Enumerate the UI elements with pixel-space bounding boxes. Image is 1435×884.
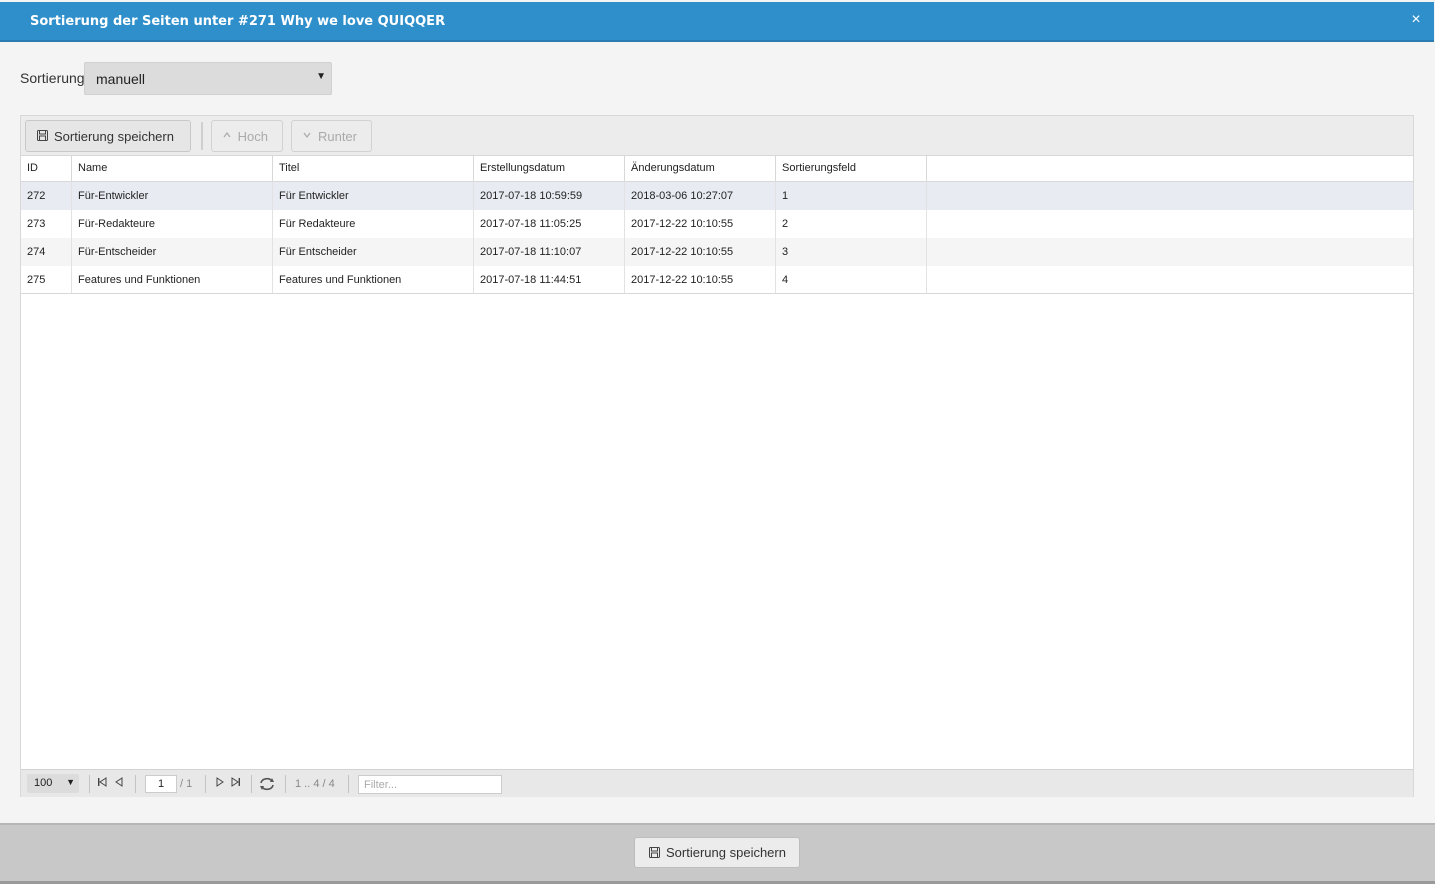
pager-divider [285,775,286,793]
prev-page-icon[interactable] [114,776,124,791]
cell-modified: 2017-12-22 10:10:55 [625,238,776,266]
column-header-sortfield[interactable]: Sortierungsfeld [776,156,927,181]
column-header-name[interactable]: Name [72,156,273,181]
page-total: / 1 [180,778,193,790]
rows-divider [21,293,1413,294]
cell-sortfield: 2 [776,210,927,238]
cell-created: 2017-07-18 11:10:07 [474,238,625,266]
last-page-icon[interactable] [229,776,241,791]
cell-name: Für-Entscheider [72,238,273,266]
save-icon [36,130,48,142]
down-label: Runter [317,128,357,144]
grid-pager: 100 ▼ 1 / 1 1 .. 4 / 4 Filter... [21,769,1413,797]
pages-grid: Sortierung speichern Hoch Runter ID Name… [20,115,1414,797]
column-header-title[interactable]: Titel [273,156,474,181]
cell-title: Features und Funktionen [273,266,474,294]
cell-title: Für Entscheider [273,238,474,266]
cell-name: Features und Funktionen [72,266,273,294]
chevron-down-icon [302,130,312,142]
cell-modified: 2017-12-22 10:10:55 [625,266,776,294]
up-label: Hoch [237,128,268,144]
cell-modified: 2018-03-06 10:27:07 [625,182,776,210]
grid-toolbar: Sortierung speichern Hoch Runter [21,116,1413,156]
sort-select-value: manuell [96,71,146,87]
footer-save-button[interactable]: Sortierung speichern [634,837,800,868]
per-page-select[interactable]: 100 ▼ [27,774,79,793]
chevron-down-icon: ▼ [66,777,75,787]
first-page-icon[interactable] [97,776,109,791]
dialog-footer: Sortierung speichern [0,823,1435,881]
cell-created: 2017-07-18 11:05:25 [474,210,625,238]
record-range: 1 .. 4 / 4 [295,778,335,790]
dialog-titlebar: Sortierung der Seiten unter #271 Why we … [0,2,1434,42]
cell-sortfield: 3 [776,238,927,266]
cell-title: Für Entwickler [273,182,474,210]
pager-divider [135,775,136,793]
filter-input[interactable]: Filter... [358,775,502,794]
chevron-down-icon: ▼ [316,71,326,82]
table-row[interactable]: 274 Für-Entscheider Für Entscheider 2017… [21,238,1413,266]
dialog-title: Sortierung der Seiten unter #271 Why we … [30,14,446,29]
refresh-icon[interactable] [259,777,275,794]
cell-id: 275 [21,266,72,294]
sort-dialog: Sortierung der Seiten unter #271 Why we … [0,0,1435,884]
up-button[interactable]: Hoch [211,120,283,152]
save-sort-button[interactable]: Sortierung speichern [25,120,191,152]
cell-name: Für-Entwickler [72,182,273,210]
cell-modified: 2017-12-22 10:10:55 [625,210,776,238]
column-header-created[interactable]: Erstellungsdatum [474,156,625,181]
column-header-id[interactable]: ID [21,156,72,181]
save-icon [648,846,660,859]
table-header: ID Name Titel Erstellungsdatum Änderungs… [21,156,1413,182]
down-button[interactable]: Runter [291,120,372,152]
cell-name: Für-Redakteure [72,210,273,238]
cell-sortfield: 1 [776,182,927,210]
sort-select[interactable]: manuell ▼ [84,62,332,95]
table-row[interactable]: 273 Für-Redakteure Für Redakteure 2017-0… [21,210,1413,238]
page-number-input[interactable]: 1 [145,775,177,793]
chevron-up-icon [222,130,232,142]
column-header-modified[interactable]: Änderungsdatum [625,156,776,181]
cell-id: 274 [21,238,72,266]
cell-created: 2017-07-18 10:59:59 [474,182,625,210]
next-page-icon[interactable] [215,776,225,791]
cell-id: 272 [21,182,72,210]
cell-id: 273 [21,210,72,238]
pager-divider [251,775,252,793]
cell-created: 2017-07-18 11:44:51 [474,266,625,294]
cell-title: Für Redakteure [273,210,474,238]
close-icon[interactable]: × [1408,12,1424,28]
per-page-value: 100 [34,777,53,789]
sort-label: Sortierung [20,70,85,86]
toolbar-divider [201,122,203,150]
cell-sortfield: 4 [776,266,927,294]
table-row[interactable]: 272 Für-Entwickler Für Entwickler 2017-0… [21,182,1413,210]
pager-divider [205,775,206,793]
table-row[interactable]: 275 Features und Funktionen Features und… [21,266,1413,294]
pager-divider [89,775,90,793]
footer-save-label: Sortierung speichern [666,845,786,860]
save-sort-label: Sortierung speichern [54,128,174,144]
pager-divider [348,775,349,793]
